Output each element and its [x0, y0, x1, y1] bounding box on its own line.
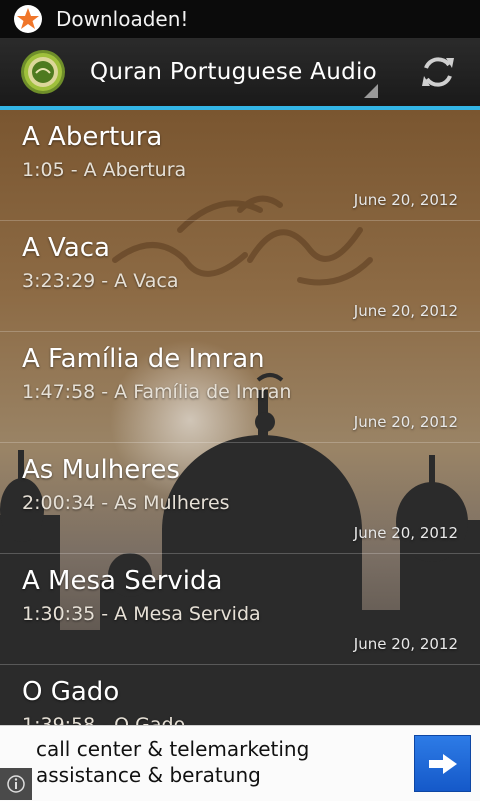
item-title: O Gado	[22, 677, 120, 707]
item-title: As Mulheres	[22, 455, 180, 485]
list-item[interactable]: A Abertura 1:05 - A Abertura June 20, 20…	[0, 110, 480, 221]
refresh-icon	[422, 57, 454, 87]
item-title: A Abertura	[22, 122, 163, 152]
info-icon[interactable]	[0, 768, 32, 800]
item-subtitle: 1:47:58 - A Família de Imran	[22, 381, 292, 403]
item-date: June 20, 2012	[353, 191, 458, 209]
item-subtitle: 2:00:34 - As Mulheres	[22, 492, 230, 514]
item-date: June 20, 2012	[353, 635, 458, 653]
action-bar: Quran Portuguese Audio	[0, 38, 480, 106]
arrow-right-icon	[428, 753, 457, 774]
list-item[interactable]: As Mulheres 2:00:34 - As Mulheres June 2…	[0, 443, 480, 554]
app-logo-icon[interactable]	[20, 49, 66, 95]
star-icon	[0, 0, 56, 38]
item-title: A Família de Imran	[22, 344, 265, 374]
title-spinner[interactable]: Quran Portuguese Audio	[90, 38, 380, 106]
item-subtitle: 1:30:35 - A Mesa Servida	[22, 603, 261, 625]
ad-banner[interactable]: call center & telemarketing assistance &…	[0, 725, 480, 801]
item-date: June 20, 2012	[353, 413, 458, 431]
list-item[interactable]: O Gado 1:39:58 - O Gado	[0, 665, 480, 725]
item-date: June 20, 2012	[353, 524, 458, 542]
spinner-indicator-icon	[364, 84, 378, 98]
item-subtitle: 1:05 - A Abertura	[22, 159, 187, 181]
list-item[interactable]: A Mesa Servida 1:30:35 - A Mesa Servida …	[0, 554, 480, 665]
notification-text: Downloaden!	[56, 7, 189, 31]
item-subtitle: 1:39:58 - O Gado	[22, 714, 186, 725]
item-subtitle: 3:23:29 - A Vaca	[22, 270, 179, 292]
item-date: June 20, 2012	[353, 302, 458, 320]
surah-list[interactable]: A Abertura 1:05 - A Abertura June 20, 20…	[0, 110, 480, 725]
item-title: A Mesa Servida	[22, 566, 223, 596]
list-item[interactable]: A Vaca 3:23:29 - A Vaca June 20, 2012	[0, 221, 480, 332]
ad-go-button[interactable]	[414, 735, 471, 792]
list-item[interactable]: A Família de Imran 1:47:58 - A Família d…	[0, 332, 480, 443]
refresh-button[interactable]	[418, 52, 458, 92]
app-title: Quran Portuguese Audio	[90, 59, 378, 85]
status-bar: Downloaden!	[0, 0, 480, 38]
item-title: A Vaca	[22, 233, 110, 263]
ad-text[interactable]: call center & telemarketing assistance &…	[36, 736, 406, 788]
